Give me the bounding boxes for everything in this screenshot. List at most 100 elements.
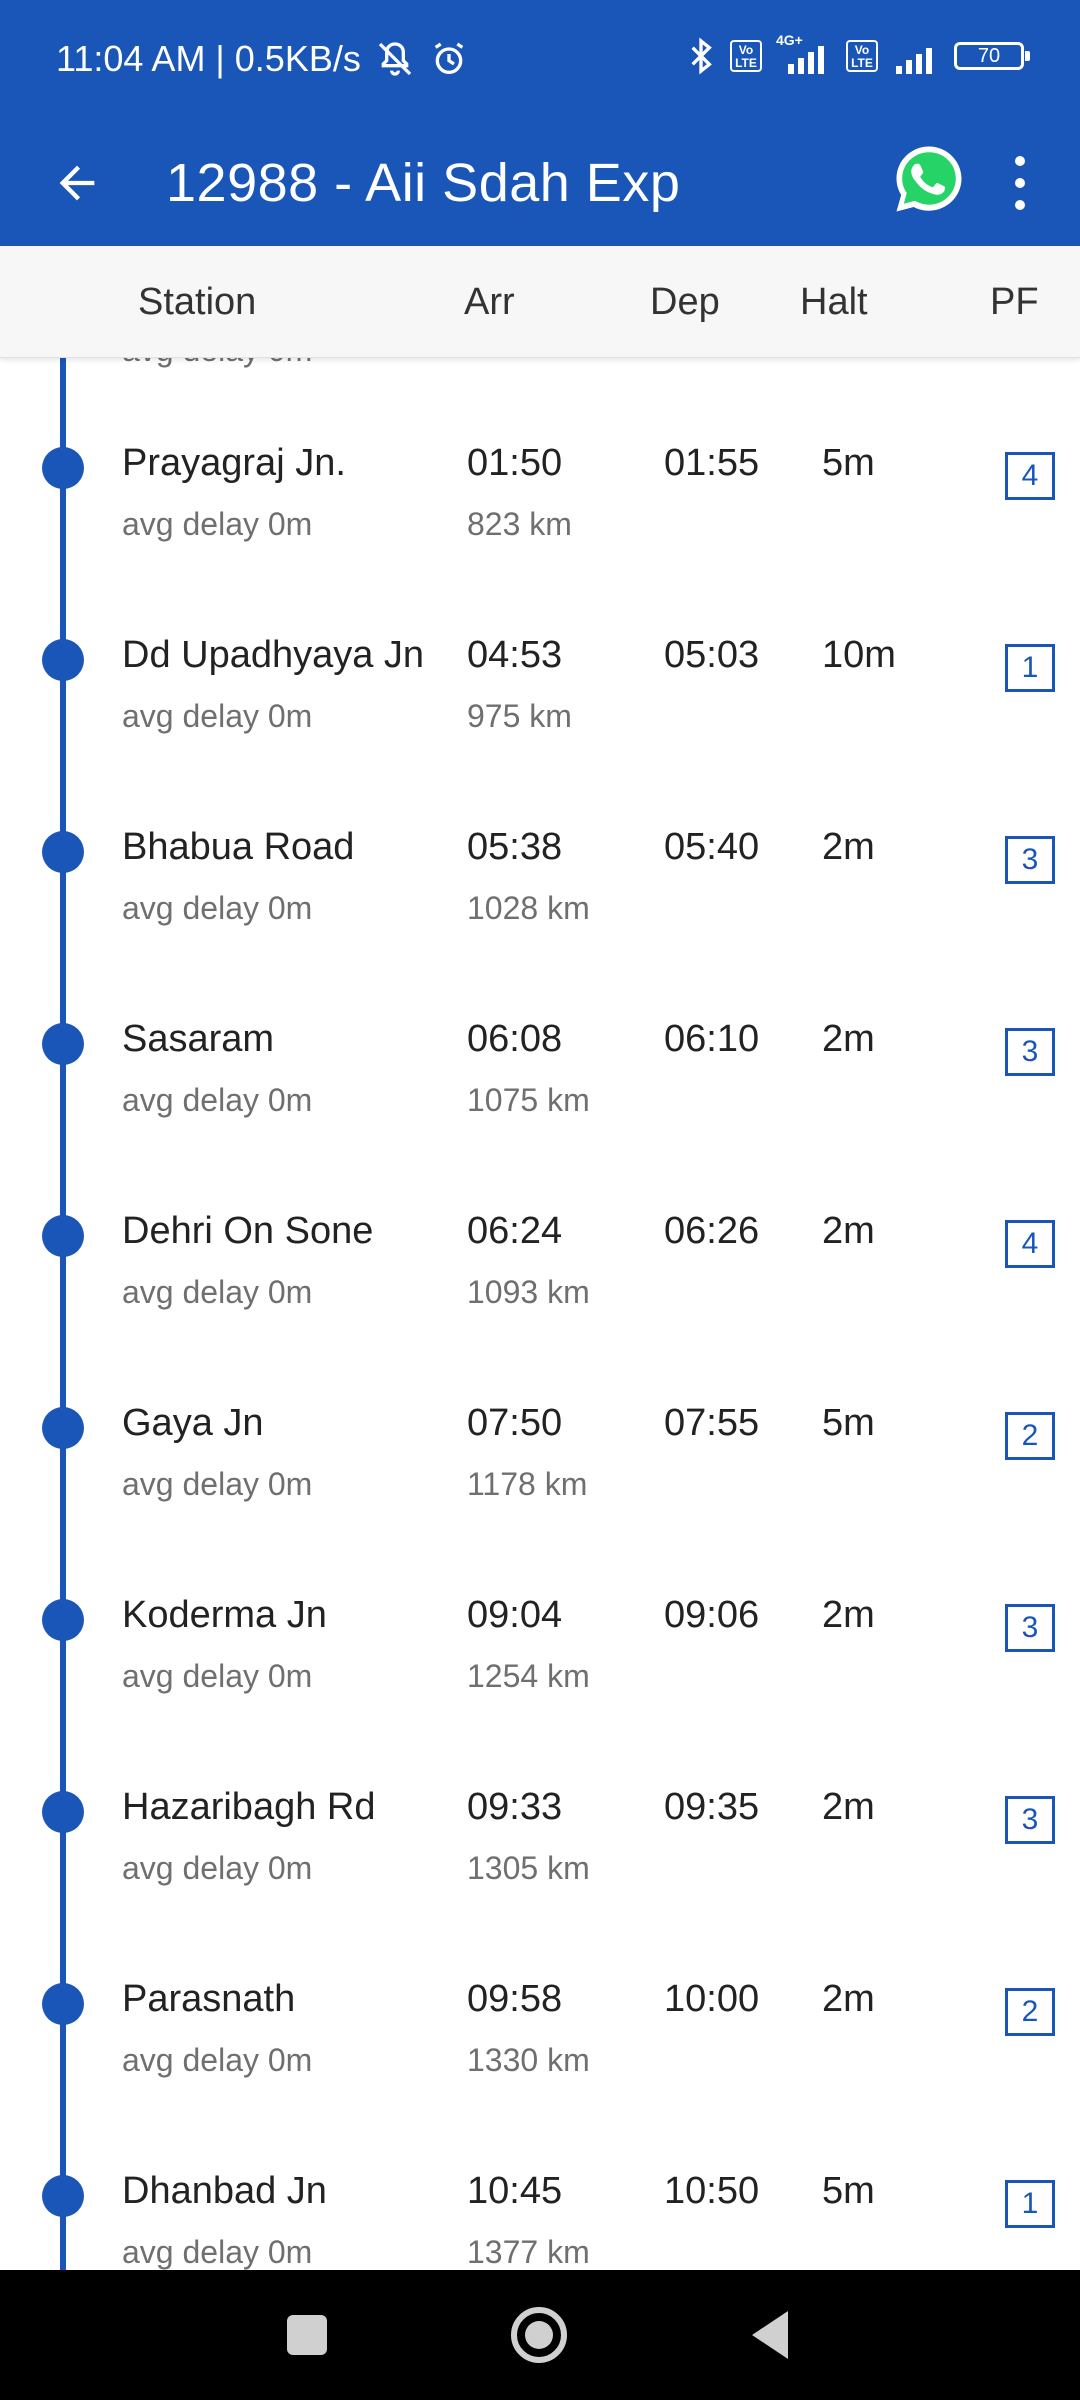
- station-dot: [42, 1791, 84, 1833]
- column-dep: Dep: [650, 281, 720, 323]
- station-avg-delay: avg delay 0m: [122, 2042, 313, 2078]
- back-button[interactable]: [40, 146, 114, 220]
- arrival-time: 09:04: [467, 1594, 563, 1636]
- departure-time: 06:26: [664, 1210, 760, 1252]
- station-row[interactable]: Gaya Jn avg delay 0m 07:50 1178 km 07:55 5m 2: [0, 1318, 1080, 1510]
- column-arr: Arr: [464, 281, 515, 323]
- departure-time: 09:35: [664, 1786, 760, 1828]
- station-avg-delay: avg delay 0m: [122, 2234, 313, 2270]
- station-name: Sasaram: [122, 1018, 275, 1060]
- whatsapp-share-button[interactable]: [890, 140, 968, 218]
- departure-time: 07:55: [664, 1402, 760, 1444]
- platform-badge: 3: [1005, 1796, 1055, 1844]
- station-name: Gaya Jn: [122, 1402, 264, 1444]
- platform-badge: 3: [1005, 1604, 1055, 1652]
- halt-duration: 2m: [822, 1210, 875, 1252]
- home-icon[interactable]: [511, 2307, 567, 2363]
- platform-badge: 2: [1005, 1988, 1055, 2036]
- station-row[interactable]: Parasnath avg delay 0m 09:58 1330 km 10:00 2m…: [0, 1894, 1080, 2086]
- arrival-time: 09:33: [467, 1786, 563, 1828]
- column-header: Station Arr Dep Halt PF: [0, 246, 1080, 358]
- app-bar: 12988 - Aii Sdah Exp: [0, 120, 1080, 246]
- system-nav-bar: [0, 2270, 1080, 2400]
- station-dot: [42, 1023, 84, 1065]
- arrival-time: 04:53: [467, 634, 563, 676]
- status-left: 11:04 AM | 0.5KB/s: [56, 38, 469, 80]
- column-pf: PF: [990, 281, 1039, 323]
- distance-km: 1093 km: [467, 1274, 590, 1310]
- halt-duration: 2m: [822, 1786, 875, 1828]
- platform-badge: 1: [1005, 2180, 1055, 2228]
- station-row[interactable]: Hazaribagh Rd avg delay 0m 09:33 1305 km 09:…: [0, 1702, 1080, 1894]
- platform-badge: 1: [1005, 644, 1055, 692]
- platform-badge: 3: [1005, 836, 1055, 884]
- distance-km: 1254 km: [467, 1658, 590, 1694]
- distance-km: 823 km: [467, 506, 572, 542]
- station-avg-delay: avg delay 0m: [122, 890, 313, 926]
- status-right: Vo LTE 4G+ Vo LTE 70: [686, 32, 1030, 76]
- station-row[interactable]: Sasaram avg delay 0m 06:08 1075 km 06:10 2m 3: [0, 934, 1080, 1126]
- distance-km: 1075 km: [467, 1082, 590, 1118]
- departure-time: 01:55: [664, 442, 760, 484]
- station-name: Dhanbad Jn: [122, 2170, 327, 2212]
- mute-notification-icon: [378, 42, 412, 76]
- halt-duration: 2m: [822, 1018, 875, 1060]
- station-avg-delay: avg delay 0m: [122, 1850, 313, 1886]
- halt-duration: 5m: [822, 1402, 875, 1444]
- station-row[interactable]: Bhabua Road avg delay 0m 05:38 1028 km 05:40…: [0, 742, 1080, 934]
- station-row[interactable]: Dhanbad Jn avg delay 0m 10:45 1377 km 10:50 5…: [0, 2086, 1080, 2270]
- arrival-time: 09:58: [467, 1978, 563, 2020]
- page-title: 12988 - Aii Sdah Exp: [166, 153, 681, 213]
- station-avg-delay: avg delay 0m: [122, 1466, 313, 1502]
- station-name: Koderma Jn: [122, 1594, 327, 1636]
- station-avg-delay: avg delay 0m: [122, 1658, 313, 1694]
- volte-icon-2: Vo LTE: [846, 40, 878, 72]
- station-row[interactable]: Dd Upadhyaya Jn avg delay 0m 04:53 975 km 05…: [0, 550, 1080, 742]
- more-vert-icon: [1015, 156, 1025, 166]
- station-dot: [42, 2175, 84, 2217]
- departure-time: 05:03: [664, 634, 760, 676]
- more-options-button[interactable]: [992, 144, 1048, 222]
- distance-km: 1377 km: [467, 2234, 590, 2270]
- column-station: Station: [138, 281, 257, 323]
- halt-duration: 5m: [822, 2170, 875, 2212]
- column-halt: Halt: [800, 281, 868, 323]
- arrival-time: 10:45: [467, 2170, 563, 2212]
- station-name: Hazaribagh Rd: [122, 1786, 376, 1828]
- station-dot: [42, 831, 84, 873]
- halt-duration: 2m: [822, 826, 875, 868]
- halt-duration: 10m: [822, 634, 896, 676]
- halt-duration: 5m: [822, 442, 875, 484]
- arrival-time: 01:50: [467, 442, 563, 484]
- station-dot: [42, 1599, 84, 1641]
- whatsapp-icon: [896, 146, 962, 212]
- signal-icon-2: [892, 36, 940, 76]
- departure-time: 10:00: [664, 1978, 760, 2020]
- platform-badge: 4: [1005, 452, 1055, 500]
- station-dot: [42, 639, 84, 681]
- departure-time: 09:06: [664, 1594, 760, 1636]
- distance-km: 975 km: [467, 698, 572, 734]
- battery-icon: 70: [954, 42, 1030, 70]
- status-bar: 11:04 AM | 0.5KB/s Vo LTE 4G+ Vo LTE 70: [0, 0, 1080, 120]
- station-avg-delay: avg delay 0m: [122, 1274, 313, 1310]
- station-row[interactable]: Koderma Jn avg delay 0m 09:04 1254 km 09:06 2…: [0, 1510, 1080, 1702]
- station-name: Prayagraj Jn.: [122, 442, 346, 484]
- back-icon[interactable]: [752, 2311, 788, 2359]
- recents-icon[interactable]: [287, 2315, 327, 2355]
- station-row[interactable]: Prayagraj Jn. avg delay 0m 01:50 823 km 01:5…: [0, 358, 1080, 550]
- platform-badge: 4: [1005, 1220, 1055, 1268]
- arrival-time: 06:24: [467, 1210, 563, 1252]
- distance-km: 1028 km: [467, 890, 590, 926]
- station-list[interactable]: avg delay 0m Prayagraj Jn. avg delay 0m 01…: [0, 358, 1080, 2270]
- station-name: Dd Upadhyaya Jn: [122, 634, 425, 676]
- arrival-time: 05:38: [467, 826, 563, 868]
- station-dot: [42, 1983, 84, 2025]
- network-type-label: 4G+: [776, 32, 803, 48]
- arrival-time: 07:50: [467, 1402, 563, 1444]
- station-name: Bhabua Road: [122, 826, 355, 868]
- departure-time: 05:40: [664, 826, 760, 868]
- bluetooth-icon: [691, 37, 712, 75]
- station-row[interactable]: Dehri On Sone avg delay 0m 06:24 1093 km 06:…: [0, 1126, 1080, 1318]
- platform-badge: 3: [1005, 1028, 1055, 1076]
